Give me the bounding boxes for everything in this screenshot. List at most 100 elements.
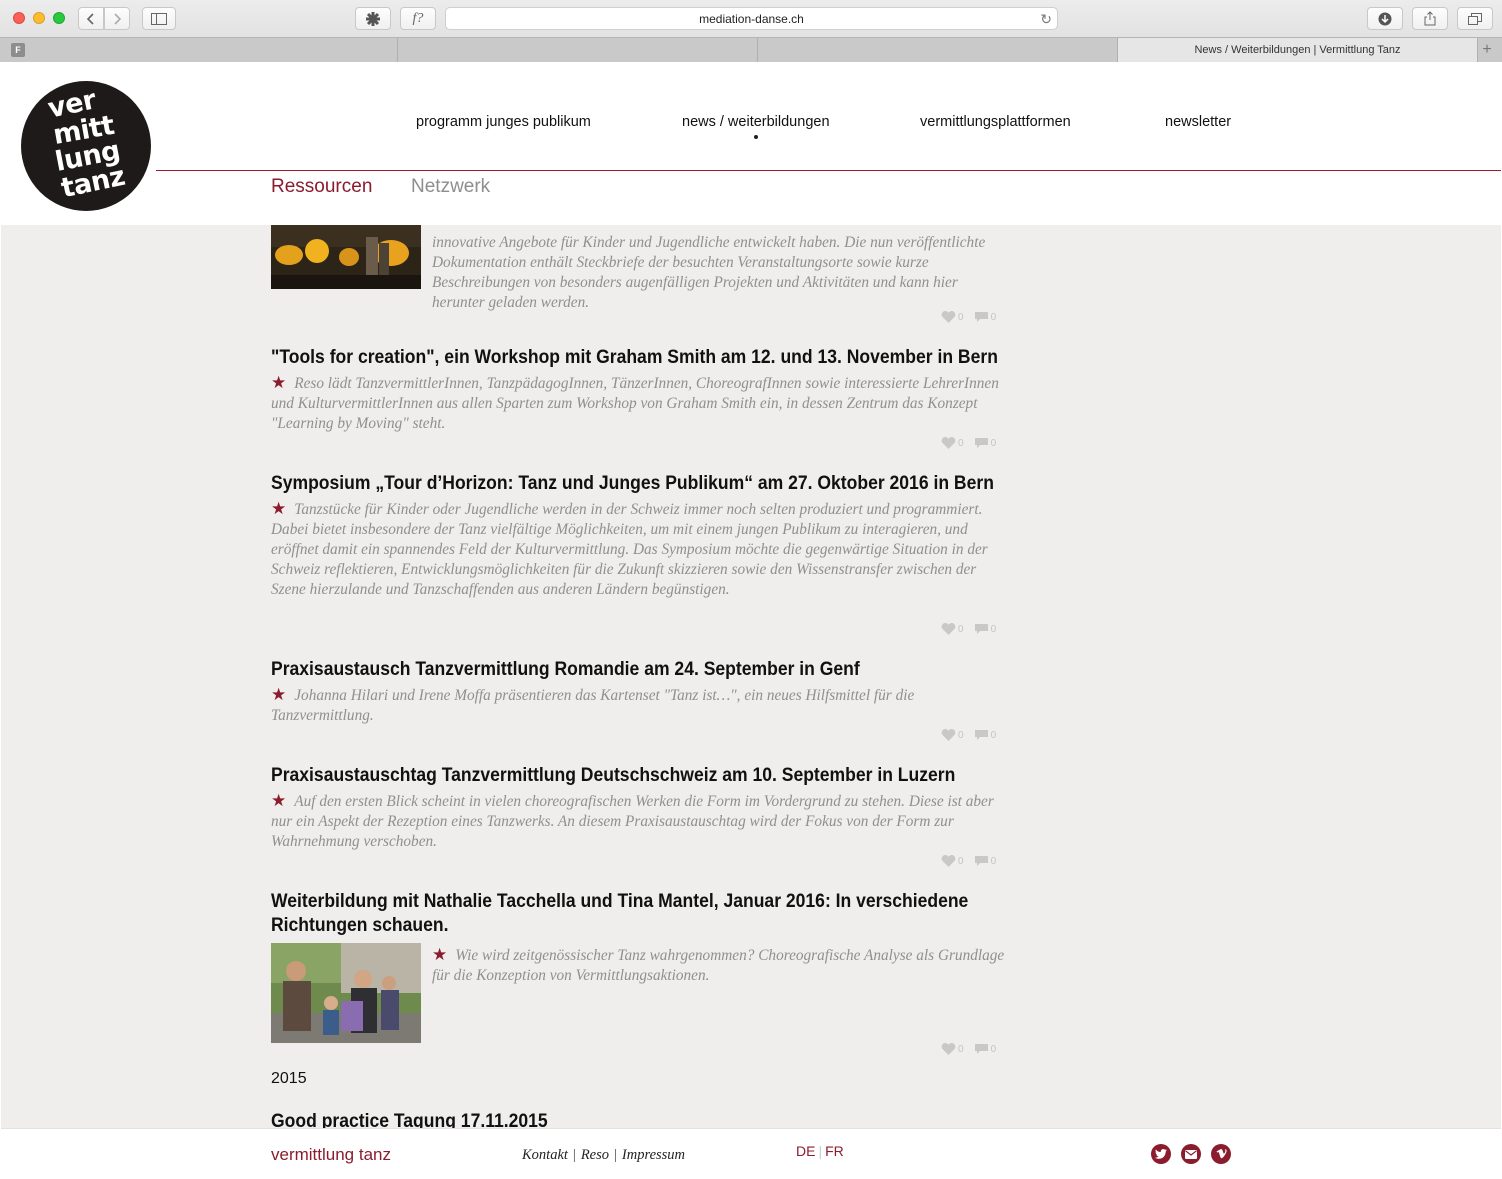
article-5-title[interactable]: Weiterbildung mit Nathalie Tacchella und… [271,889,982,937]
nav-programm-junges-publikum[interactable]: programm junges publikum [416,114,591,130]
comment-button[interactable]: 0 [974,437,996,449]
article-2-meta: 0 0 [941,623,1497,635]
article-next-title[interactable]: Good practice Tagung 17.11.2015 [271,1109,1005,1128]
zoom-window-button[interactable] [53,12,65,24]
article-4-meta: 0 0 [941,855,1497,867]
comment-button[interactable]: 0 [974,729,997,741]
browser-toolbar: f? mediation-danse.ch ↻ [0,0,1502,37]
comment-count: 0 [990,856,997,867]
logo[interactable]: ver mitt lung tanz [21,81,151,211]
sidebar-button[interactable] [142,7,176,30]
close-window-button[interactable] [13,12,25,24]
footer-brand[interactable]: vermittlung tanz [271,1145,391,1165]
sidebar-icon [151,12,167,25]
comment-button[interactable]: 0 [974,855,997,867]
extension-button[interactable] [355,7,391,30]
language-switcher: DE | FR [796,1143,844,1159]
reload-icon[interactable]: ↻ [1040,11,1052,28]
mail-icon[interactable] [1181,1144,1201,1164]
subnav-ressourcen[interactable]: Ressourcen [271,176,372,198]
article-0-meta: 0 0 [941,311,1497,323]
footer-link-kontakt[interactable]: Kontakt [522,1147,568,1163]
nav-news-weiterbildungen[interactable]: news / weiterbildungen [682,114,830,130]
site-footer: vermittlung tanz Kontakt | Reso | Impressum … [1,1128,1501,1179]
like-button[interactable]: 0 [941,623,964,635]
tab-title: News / Weiterbildungen | Vermittlung Tan… [1194,44,1401,56]
font-extension-button[interactable]: f? [400,7,436,30]
download-icon [1378,12,1392,25]
comment-button[interactable]: 0 [974,623,997,635]
like-button[interactable]: 0 [941,855,964,867]
article-5-text: Wie wird zeitgenössischer Tanz wahrgenom… [432,947,1005,984]
back-button[interactable] [78,7,104,30]
article-0-body[interactable]: innovative Angebote für Kinder und Jugen… [432,233,1006,313]
new-tab-button[interactable]: + [1476,40,1498,60]
article-5: Weiterbildung mit Nathalie Tacchella und… [271,889,1006,937]
article-3-title[interactable]: Praxisaustausch Tanzvermittlung Romandie… [271,657,1005,681]
footer-link-reso[interactable]: Reso [581,1147,609,1163]
heart-icon [941,1043,956,1055]
article-3-body: ★ Johanna Hilari und Irene Moffa präsenti… [271,685,1006,726]
like-count: 0 [958,1044,964,1055]
nav-newsletter[interactable]: newsletter [1165,114,1231,130]
article-4-text: Auf den ersten Blick scheint in vielen c… [271,793,994,850]
nav-vermittlungsplattformen[interactable]: vermittlungsplattformen [920,114,1071,130]
tabs-icon [1468,12,1482,25]
tab-1[interactable] [0,38,398,62]
downloads-button[interactable] [1367,7,1403,30]
comment-count: 0 [990,624,997,635]
comment-button[interactable]: 0 [974,1043,996,1055]
article-5-body: ★ Wie wird zeitgenössischer Tanz wahrgeno… [432,945,1006,986]
article-1-body: ★ Reso lädt TanzvermittlerInnen, Tanzpäda… [271,373,1006,434]
forward-button[interactable] [104,7,130,30]
address-bar[interactable]: mediation-danse.ch ↻ [445,7,1058,30]
star-icon: ★ [432,945,448,964]
article-next: Good practice Tagung 17.11.2015 [271,1109,1006,1128]
like-button[interactable]: 0 [941,1043,964,1055]
footer-separator: | [614,1147,617,1163]
header-divider [156,170,1501,171]
like-button[interactable]: 0 [941,729,964,741]
vimeo-icon[interactable] [1211,1144,1231,1164]
share-button[interactable] [1412,7,1448,30]
article-image-workshop[interactable] [271,943,421,1043]
tab-active[interactable]: News / Weiterbildungen | Vermittlung Tan… [1118,38,1478,62]
tab-bar: F News / Weiterbildungen | Vermittlung T… [0,37,1502,62]
tab-overview-button[interactable] [1457,7,1493,30]
subnav-netzwerk[interactable]: Netzwerk [411,176,490,198]
article-0: innovative Angebote für Kinder und Jugen… [432,229,1006,313]
browser-chrome: f? mediation-danse.ch ↻ F News / Weiterb… [0,0,1502,62]
like-button[interactable]: 0 [941,437,964,449]
article-4-title[interactable]: Praxisaustauschtag Tanzvermittlung Deuts… [271,763,1005,787]
article-3: Praxisaustausch Tanzvermittlung Romandie… [271,657,1006,726]
article-4: Praxisaustauschtag Tanzvermittlung Deuts… [271,763,1006,852]
article-image-exhibition[interactable] [271,225,421,289]
comment-icon [974,856,988,866]
chevron-left-icon [86,12,94,25]
comment-icon [974,312,988,322]
twitter-icon[interactable] [1151,1144,1171,1164]
article-1-meta: 0 0 [941,437,1497,449]
tab-2[interactable] [398,38,758,62]
lang-fr[interactable]: FR [825,1143,844,1159]
like-count: 0 [958,624,964,635]
footer-separator: | [572,1147,576,1163]
like-button[interactable]: 0 [941,311,964,323]
lang-de[interactable]: DE [796,1143,815,1159]
comment-button[interactable]: 0 [974,311,996,323]
tab-3[interactable] [758,38,1118,62]
minimize-window-button[interactable] [33,12,45,24]
lang-separator: | [818,1143,823,1159]
star-icon: ★ [271,373,287,392]
like-count: 0 [958,312,964,323]
article-2-text: Tanzstücke für Kinder oder Jugendliche w… [271,501,988,598]
heart-icon [941,623,956,635]
comment-count: 0 [990,730,997,741]
like-count: 0 [958,730,964,741]
share-icon [1424,11,1436,26]
year-heading: 2015 [271,1070,307,1087]
footer-link-impressum[interactable]: Impressum [622,1147,685,1163]
article-2-title[interactable]: Symposium „Tour d’Horizon: Tanz und Jung… [271,471,1005,495]
article-1-title[interactable]: "Tools for creation", ein Workshop mit G… [271,345,1005,369]
article-5-summary: ★ Wie wird zeitgenössischer Tanz wahrgeno… [432,941,1006,986]
